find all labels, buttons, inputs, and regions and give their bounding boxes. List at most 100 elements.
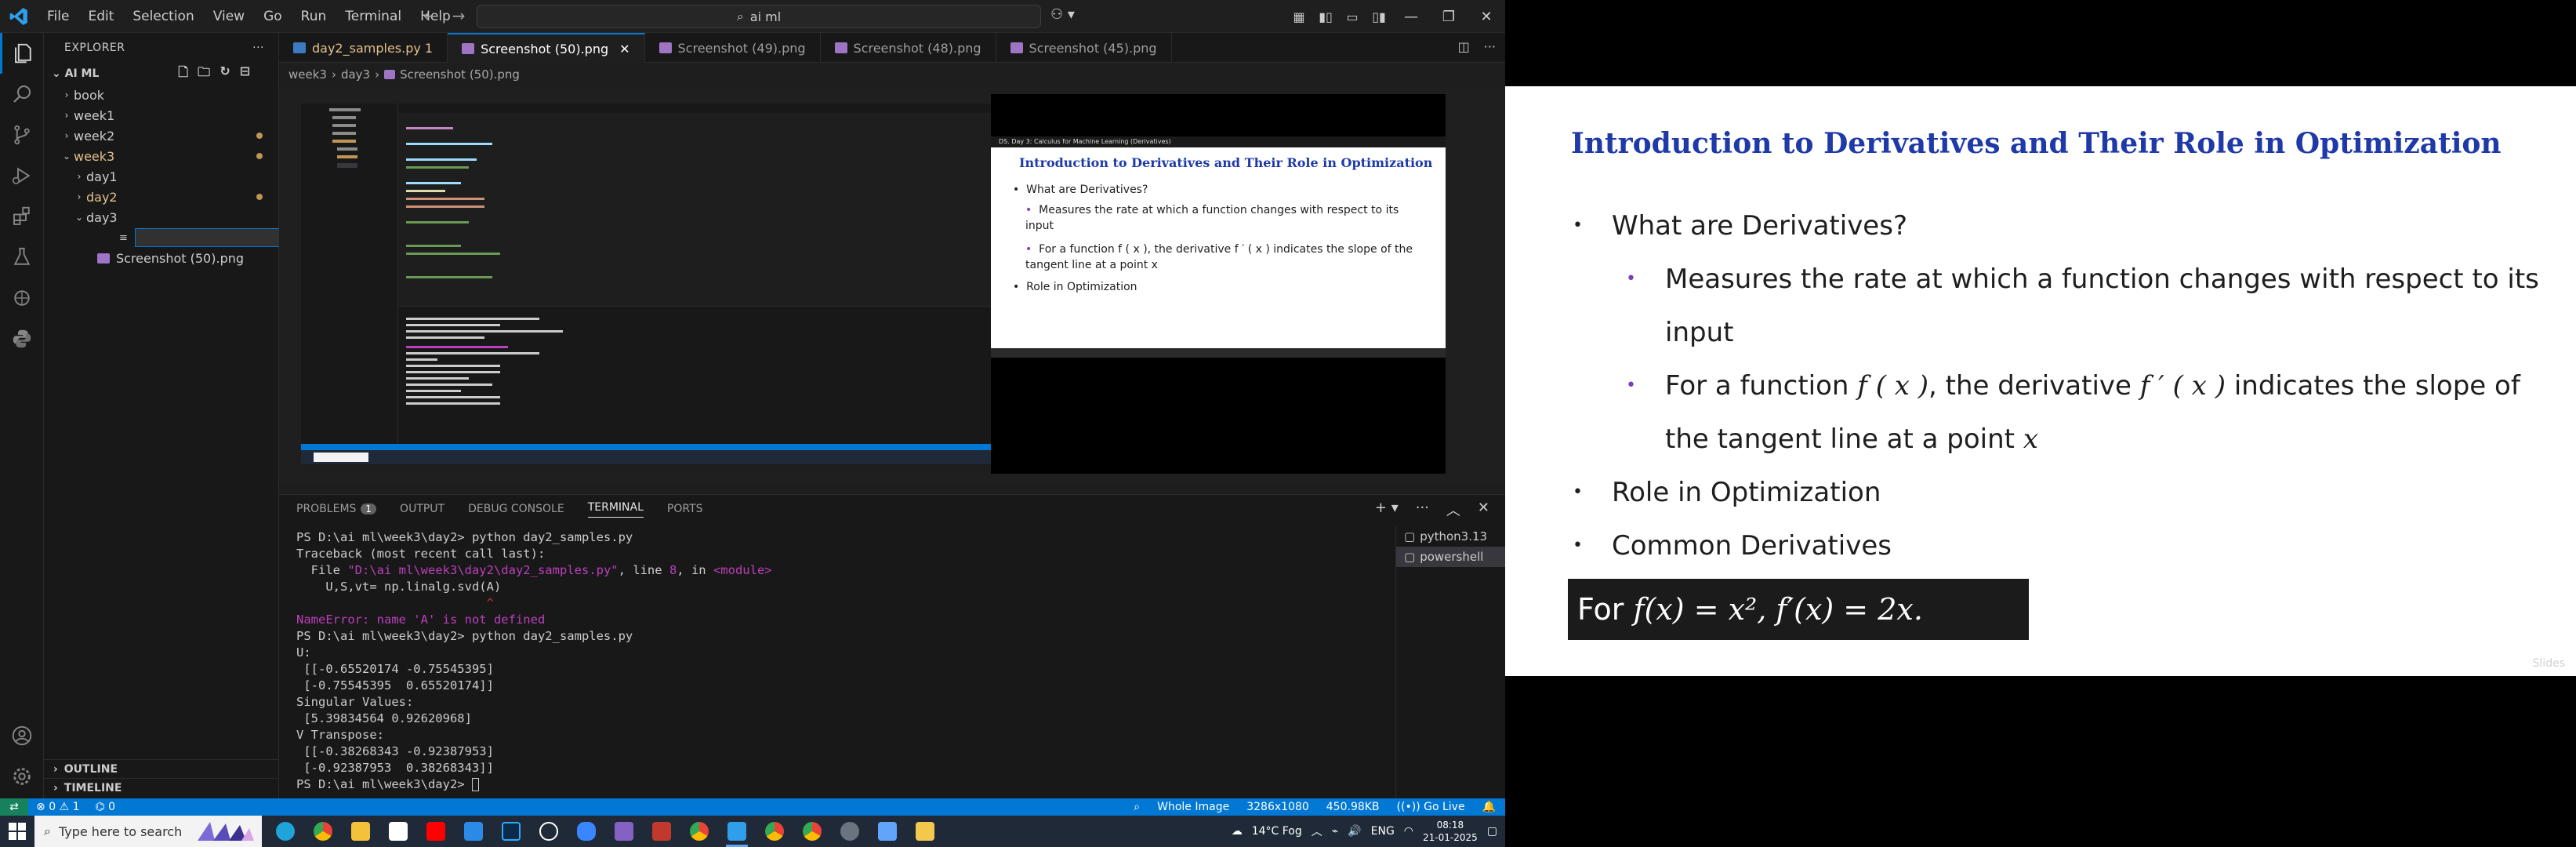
notification-center-icon[interactable]: ▢: [1487, 825, 1497, 838]
settings-gear-icon[interactable]: [831, 816, 869, 847]
breadcrumb-day3[interactable]: day3: [341, 67, 370, 82]
tree-folder-day3[interactable]: ⌄ day3: [44, 207, 278, 227]
new-file-icon[interactable]: 🗋: [178, 64, 188, 85]
close-icon[interactable]: ✕: [1468, 9, 1505, 25]
wifi-icon[interactable]: ◠: [1404, 825, 1413, 838]
app-launcher-icon[interactable]: [869, 816, 906, 847]
workspace-root[interactable]: ⌄ AI ML 🗋 🗀 ↻ ⊟: [44, 63, 278, 85]
menu-edit[interactable]: Edit: [78, 0, 123, 33]
tab-screenshot-45[interactable]: Screenshot (45).png: [996, 33, 1172, 63]
tree-folder-week2[interactable]: › week2: [44, 125, 278, 146]
source-control-icon[interactable]: [0, 115, 44, 155]
photoshop-icon[interactable]: [492, 816, 530, 847]
menu-file[interactable]: File: [38, 0, 78, 33]
python-icon[interactable]: [0, 318, 44, 359]
store-icon[interactable]: [455, 816, 492, 847]
remote-icon[interactable]: ⇄: [0, 798, 28, 816]
breadcrumb-file[interactable]: Screenshot (50).png: [400, 67, 520, 82]
notifications-bell-icon[interactable]: 🔔: [1482, 801, 1496, 813]
menu-terminal[interactable]: Terminal: [336, 0, 411, 33]
chrome-icon[interactable]: [304, 816, 342, 847]
terminal-instance-python[interactable]: ▢ python3.13: [1396, 526, 1505, 547]
tab-output[interactable]: OUTPUT: [400, 503, 444, 515]
network-icon[interactable]: ⌁: [1332, 825, 1338, 838]
tab-debug-console[interactable]: DEBUG CONSOLE: [468, 503, 564, 515]
outline-section[interactable]: › OUTLINE: [44, 759, 279, 778]
chatgpt-icon[interactable]: [0, 278, 44, 318]
python-launcher-icon[interactable]: [906, 816, 944, 847]
menu-run[interactable]: Run: [292, 0, 336, 33]
tree-folder-week1[interactable]: › week1: [44, 105, 278, 125]
search-icon[interactable]: [0, 74, 44, 115]
tab-terminal[interactable]: TERMINAL: [587, 501, 644, 518]
more-actions-icon[interactable]: ···: [1416, 500, 1429, 520]
menu-go[interactable]: Go: [254, 0, 292, 33]
show-hidden-icons-icon[interactable]: ︿: [1312, 823, 1322, 839]
run-debug-icon[interactable]: [0, 155, 44, 196]
close-tab-icon[interactable]: ✕: [619, 42, 629, 56]
app-icon[interactable]: [643, 816, 680, 847]
edge-icon[interactable]: [267, 816, 304, 847]
notepad-icon[interactable]: [379, 816, 417, 847]
tab-day2-samples[interactable]: day2_samples.py 1: [279, 33, 448, 63]
openai-icon[interactable]: [530, 816, 568, 847]
zoom-icon[interactable]: ⌕: [1134, 801, 1140, 813]
copilot-icon[interactable]: ⚇ ▾: [1050, 6, 1075, 23]
tab-screenshot-48[interactable]: Screenshot (48).png: [821, 33, 996, 63]
more-actions-icon[interactable]: ···: [252, 42, 264, 54]
close-panel-icon[interactable]: ✕: [1478, 500, 1489, 520]
testing-flask-icon[interactable]: [0, 237, 44, 278]
terminal-output[interactable]: PS D:\ai ml\week3\day2> python day2_samp…: [296, 529, 1328, 794]
account-icon[interactable]: [0, 715, 44, 756]
tab-screenshot-50[interactable]: Screenshot (50).png ✕: [448, 33, 645, 63]
problems-status[interactable]: ⊗ 0 ⚠ 1: [28, 801, 87, 813]
toggle-panel-icon[interactable]: ▭: [1339, 9, 1366, 24]
vscode-logo-icon[interactable]: [5, 2, 33, 31]
ports-status[interactable]: ⌬ 0: [87, 801, 123, 813]
file-explorer-icon[interactable]: [342, 816, 379, 847]
terminal-instance-powershell[interactable]: ▢ powershell: [1396, 547, 1505, 567]
visual-studio-icon[interactable]: [605, 816, 643, 847]
customize-layout-icon[interactable]: ▦: [1286, 9, 1312, 24]
extensions-icon[interactable]: [0, 196, 44, 237]
tab-ports[interactable]: PORTS: [667, 503, 703, 515]
clock[interactable]: 08:18 21-01-2025: [1423, 819, 1478, 844]
maximize-panel-icon[interactable]: ︿: [1446, 500, 1460, 520]
menu-view[interactable]: View: [204, 0, 254, 33]
taskbar-search[interactable]: ⌕ Type here to search: [34, 816, 262, 847]
new-folder-icon[interactable]: 🗀: [198, 64, 210, 85]
copilot-icon[interactable]: [568, 816, 605, 847]
back-arrow-icon[interactable]: ←: [423, 6, 437, 25]
settings-gear-icon[interactable]: [0, 756, 44, 797]
tree-folder-week3[interactable]: ⌄ week3: [44, 146, 278, 166]
restore-icon[interactable]: ❐: [1430, 9, 1468, 25]
tree-folder-book[interactable]: › book: [44, 85, 278, 105]
breadcrumb-week3[interactable]: week3: [288, 67, 327, 82]
chrome-alt-icon[interactable]: [756, 816, 793, 847]
command-center[interactable]: ⌕ ai ml: [477, 5, 1041, 28]
chrome-third-icon[interactable]: [793, 816, 831, 847]
weather-text[interactable]: 14°C Fog: [1252, 825, 1302, 838]
youtube-icon[interactable]: [417, 816, 455, 847]
volume-icon[interactable]: 🔊: [1348, 825, 1361, 838]
tree-folder-day2[interactable]: › day2: [44, 187, 278, 207]
toggle-secondary-sidebar-icon[interactable]: ▯▮: [1366, 9, 1392, 24]
explorer-icon[interactable]: [0, 33, 44, 74]
tree-folder-day1[interactable]: › day1: [44, 166, 278, 187]
go-live-button[interactable]: ((•)) Go Live: [1397, 801, 1465, 813]
menu-selection[interactable]: Selection: [123, 0, 203, 33]
tab-screenshot-49[interactable]: Screenshot (49).png: [645, 33, 821, 63]
chrome-profile-icon[interactable]: [680, 816, 718, 847]
tab-problems[interactable]: PROBLEMS 1: [296, 503, 377, 515]
vscode-taskbar-icon[interactable]: [718, 816, 756, 847]
timeline-section[interactable]: › TIMELINE: [44, 778, 279, 797]
forward-arrow-icon[interactable]: →: [452, 6, 466, 25]
minimize-icon[interactable]: —: [1392, 9, 1430, 25]
windows-start-icon[interactable]: [0, 823, 34, 840]
weather-icon[interactable]: ☁: [1232, 825, 1243, 838]
toggle-sidebar-icon[interactable]: ▮▯: [1312, 9, 1339, 24]
image-preview[interactable]: DS. Day 3: Calculus for Machine Learning…: [301, 94, 1446, 474]
more-actions-icon[interactable]: ···: [1484, 39, 1496, 54]
split-editor-icon[interactable]: ◫: [1458, 39, 1470, 54]
collapse-all-icon[interactable]: ⊟: [240, 64, 250, 85]
